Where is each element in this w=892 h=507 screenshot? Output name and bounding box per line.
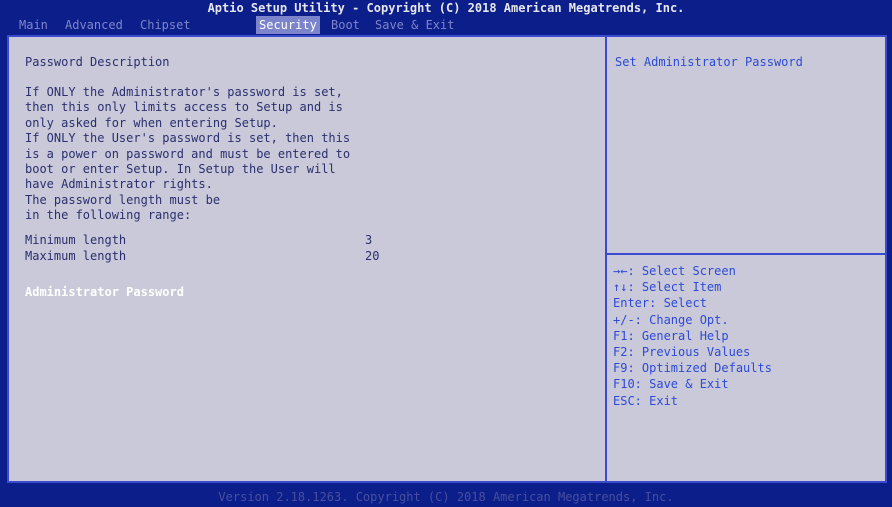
max-length-value: 20 bbox=[365, 249, 380, 263]
title-bar: Aptio Setup Utility - Copyright (C) 2018… bbox=[0, 0, 892, 16]
description-line: If ONLY the User's password is set, then… bbox=[25, 131, 351, 146]
description-line: is a power on password and must be enter… bbox=[25, 146, 351, 161]
min-length-label: Minimum length bbox=[25, 233, 127, 247]
main-panel: Password Description If ONLY the Adminis… bbox=[7, 35, 887, 483]
tab-main[interactable]: Main bbox=[16, 16, 51, 34]
key-hint-exit: ESC: Exit bbox=[613, 393, 679, 408]
key-hint-enter: Enter: Select bbox=[613, 296, 707, 311]
tab-chipset[interactable]: Chipset bbox=[137, 16, 194, 34]
min-length-value: 3 bbox=[365, 233, 373, 247]
tab-save-exit[interactable]: Save & Exit bbox=[372, 16, 457, 34]
help-description: Set Administrator Password bbox=[615, 55, 803, 69]
password-description: If ONLY the Administrator's password is … bbox=[25, 85, 350, 224]
tab-security[interactable]: Security bbox=[256, 16, 320, 34]
key-hint-previous-values: F2: Previous Values bbox=[613, 345, 751, 360]
menu-bar: Main Advanced Chipset Security Boot Save… bbox=[0, 16, 892, 34]
tab-boot[interactable]: Boot bbox=[328, 16, 363, 34]
settings-pane: Password Description If ONLY the Adminis… bbox=[9, 37, 605, 481]
description-line: only asked for when entering Setup. bbox=[25, 115, 278, 130]
key-hint-change-opt: +/-: Change Opt. bbox=[613, 312, 729, 327]
description-line: boot or enter Setup. In Setup the User w… bbox=[25, 162, 336, 177]
description-line: The password length must be bbox=[25, 192, 221, 207]
key-hint-select-item: ↑↓: Select Item bbox=[613, 280, 722, 295]
help-divider bbox=[607, 253, 885, 255]
max-length-label: Maximum length bbox=[25, 249, 127, 263]
key-hint-general-help: F1: General Help bbox=[613, 328, 729, 343]
key-hint-optimized-defaults: F9: Optimized Defaults bbox=[613, 361, 772, 376]
key-hint-save-exit: F10: Save & Exit bbox=[613, 377, 729, 392]
administrator-password-item[interactable]: Administrator Password bbox=[25, 285, 184, 299]
description-line: If ONLY the Administrator's password is … bbox=[25, 85, 343, 99]
version-footer: Version 2.18.1263. Copyright (C) 2018 Am… bbox=[0, 487, 892, 507]
min-length-row: Minimum length 3 bbox=[25, 233, 425, 247]
description-line: have Administrator rights. bbox=[25, 177, 213, 192]
max-length-row: Maximum length 20 bbox=[25, 249, 425, 263]
key-legend: →←: Select Screen ↑↓: Select Item Enter:… bbox=[613, 263, 772, 409]
description-line: then this only limits access to Setup an… bbox=[25, 100, 343, 115]
key-hint-select-screen: →←: Select Screen bbox=[613, 264, 736, 278]
tab-advanced[interactable]: Advanced bbox=[62, 16, 126, 34]
description-line: in the following range: bbox=[25, 208, 192, 223]
help-pane: Set Administrator Password →←: Select Sc… bbox=[607, 37, 885, 481]
password-description-title: Password Description bbox=[25, 55, 170, 69]
